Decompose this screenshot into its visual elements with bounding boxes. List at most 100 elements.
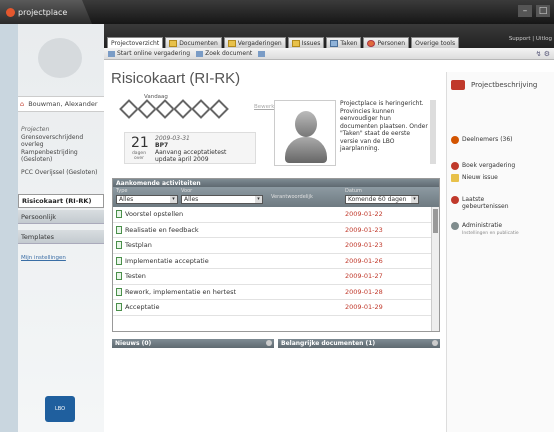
news-panel-header[interactable]: Nieuws (0) xyxy=(112,339,274,348)
members-link[interactable]: Deelnemers (36) xyxy=(451,136,513,144)
milestone-details: 2009-03-31 BP7 Aanvang acceptatietest up… xyxy=(155,135,226,163)
table-row[interactable]: Implementatie acceptatie 2009-01-26 xyxy=(113,254,439,269)
settings-link[interactable]: Mijn instellingen xyxy=(21,255,66,261)
milestone-days-sub: dagen over xyxy=(131,151,147,161)
milestone-line1: Aanvang acceptatietest xyxy=(155,149,227,156)
handshake-icon xyxy=(451,80,465,90)
main-content: Projectoverzicht Documenten Vergaderinge… xyxy=(104,24,554,432)
milestone-days: 21 xyxy=(131,135,149,151)
milestone-icon[interactable] xyxy=(119,99,139,119)
start-meeting-button[interactable]: Start online vergadering xyxy=(108,50,190,57)
title-bar: projectplace – □ xyxy=(0,0,554,24)
find-document-button[interactable]: Zoek document xyxy=(196,50,252,57)
sidebar-watermark-icon xyxy=(38,38,82,78)
filter-date-select[interactable]: Komende 60 dagen ▾ xyxy=(345,195,419,204)
admin-text: Administratie Instellingen en publicatie xyxy=(462,222,519,236)
document-icon xyxy=(116,241,122,250)
milestone-icon[interactable] xyxy=(191,99,211,119)
table-row[interactable]: Realisatie en feedback 2009-01-23 xyxy=(113,223,439,238)
activity-date: 2009-01-28 xyxy=(345,287,383,296)
filter-owner-select[interactable]: Alles ▾ xyxy=(181,195,263,204)
project-description-link[interactable]: Projectbeschrijving xyxy=(451,80,537,90)
document-icon xyxy=(116,272,122,281)
sidebar-item-risicokaart[interactable]: Risicokaart (RI-RK) xyxy=(18,194,104,208)
milestone-icon[interactable] xyxy=(155,99,175,119)
panel-header: Aankomende activiteiten xyxy=(113,179,439,187)
chart-button[interactable] xyxy=(258,50,267,57)
activity-date: 2009-01-23 xyxy=(345,241,383,250)
top-links[interactable]: Support | Uitlog xyxy=(509,36,552,42)
project-description-label: Projectbeschrijving xyxy=(471,81,538,89)
sidebar-user-name: Bouwman, Alexander xyxy=(28,100,98,108)
tab-projectoverzicht[interactable]: Projectoverzicht xyxy=(107,37,164,48)
tasks-icon xyxy=(330,39,339,47)
sidebar-item-project[interactable]: PCC Overijssel (Gesloten) xyxy=(21,169,101,177)
milestone-line2: update april 2009 xyxy=(155,156,209,163)
latest-events-label: Laatste gebeurtenissen xyxy=(462,196,509,210)
new-issue-link[interactable]: Nieuw issue xyxy=(451,174,498,182)
table-row[interactable]: Testen 2009-01-27 xyxy=(113,269,439,285)
maximize-icon[interactable]: □ xyxy=(536,5,550,17)
minimize-icon[interactable]: – xyxy=(518,5,532,17)
sidebar-item-project[interactable]: Grensoverschrijdend overleg Rampenbestri… xyxy=(21,134,101,164)
expand-icon[interactable] xyxy=(432,340,438,346)
latest-events-link[interactable]: Laatste gebeurtenissen xyxy=(451,196,531,210)
sidebar: ⌂ Bouwman, Alexander Projecten Grensover… xyxy=(18,24,105,432)
activity-date: 2009-01-27 xyxy=(345,272,383,281)
admin-link[interactable]: Administratie Instellingen en publicatie xyxy=(451,222,541,236)
find-document-label: Zoek document xyxy=(205,50,253,57)
table-row[interactable]: Acceptatie 2009-01-29 xyxy=(113,300,439,316)
document-icon xyxy=(116,210,122,219)
tab-label: Taken xyxy=(340,39,358,47)
filter-type-label: Type xyxy=(116,188,128,194)
book-meeting-label: Boek vergadering xyxy=(462,162,516,169)
filter-owner-value: Alles xyxy=(184,196,199,203)
meeting-icon xyxy=(451,162,459,170)
sidebar-projects: Projecten Grensoverschrijdend overleg Ra… xyxy=(18,124,104,178)
milestone-icon[interactable] xyxy=(173,99,193,119)
important-docs-panel-header[interactable]: Belangrijke documenten (1) xyxy=(278,339,440,348)
book-meeting-link[interactable]: Boek vergadering xyxy=(451,162,515,170)
milestone-timeline: Bewerken xyxy=(119,99,281,119)
tab-label: Documenten xyxy=(179,39,218,47)
window-controls: – □ xyxy=(518,5,550,17)
start-meeting-label: Start online vergadering xyxy=(117,50,191,57)
sidebar-item-templates[interactable]: Templates xyxy=(18,230,104,244)
chevron-down-icon: ▾ xyxy=(170,196,177,203)
activity-name: Testen xyxy=(125,272,146,281)
activity-name: Realisatie en feedback xyxy=(125,225,199,234)
sidebar-item-persoonlijk[interactable]: Persoonlijk xyxy=(18,210,104,224)
activity-date: 2009-01-23 xyxy=(345,225,383,234)
tab-issues[interactable]: Issues xyxy=(287,37,325,48)
folder-icon xyxy=(169,39,178,47)
table-row[interactable]: Rework, implementatie en hertest 2009-01-… xyxy=(113,285,439,300)
issue-icon xyxy=(451,174,459,182)
milestone-card: 21 dagen over 2009-03-31 BP7 Aanvang acc… xyxy=(124,132,256,164)
app-logo[interactable]: projectplace xyxy=(6,6,67,18)
table-row[interactable]: Voorstel opstellen 2009-01-22 xyxy=(113,207,439,223)
tab-overige-tools[interactable]: Overige tools xyxy=(411,37,460,48)
tab-personen[interactable]: Personen xyxy=(363,37,410,48)
milestone-icon[interactable] xyxy=(137,99,157,119)
expand-icon[interactable] xyxy=(266,340,272,346)
toolbar-tools-icon[interactable]: ↯ ⚙ xyxy=(536,50,550,58)
document-icon xyxy=(116,303,122,312)
tab-documenten[interactable]: Documenten xyxy=(165,37,222,48)
milestone-icon[interactable] xyxy=(209,99,229,119)
admin-label: Administratie xyxy=(462,222,503,229)
home-icon: ⌂ xyxy=(20,100,25,108)
activity-scrollbar[interactable] xyxy=(431,207,439,331)
activity-name: Voorstel opstellen xyxy=(125,210,184,219)
activity-name: Testplan xyxy=(125,241,152,250)
filter-type-select[interactable]: Alles ▾ xyxy=(116,195,178,204)
tab-taken[interactable]: Taken xyxy=(326,37,362,48)
table-row[interactable]: Testplan 2009-01-23 xyxy=(113,238,439,254)
activity-name: Rework, implementatie en hertest xyxy=(125,287,237,296)
sidebar-user[interactable]: ⌂ Bouwman, Alexander xyxy=(18,96,104,112)
members-icon xyxy=(451,136,459,144)
toolbar: Start online vergadering Zoek document ↯… xyxy=(104,48,554,60)
scrollbar-thumb[interactable] xyxy=(433,209,438,233)
document-icon xyxy=(116,287,122,296)
tab-vergaderingen[interactable]: Vergaderingen xyxy=(223,37,286,48)
project-info-text: Projectplace is heringericht. Provincies… xyxy=(340,100,436,164)
